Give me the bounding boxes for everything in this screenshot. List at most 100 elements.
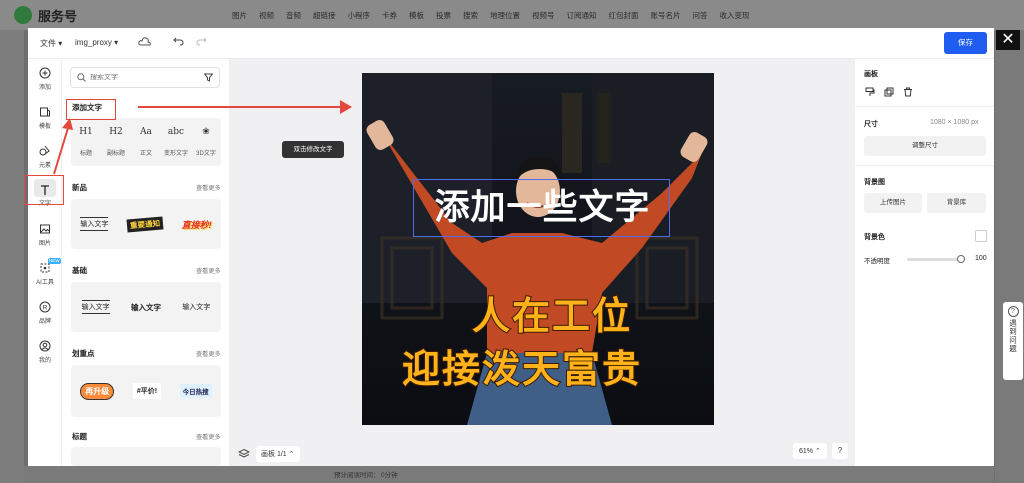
text-style-sample[interactable]: 重要通知: [126, 215, 164, 233]
duplicate-icon[interactable]: [884, 87, 894, 97]
background-nav-item: 小程序: [347, 11, 371, 20]
chevron-up-icon: ⌃: [288, 451, 295, 458]
artboard-title: 画板: [864, 71, 878, 78]
rail-label: 添加: [38, 85, 51, 91]
background-nav-item: 地理位置: [490, 11, 520, 20]
logo-icon: [14, 6, 32, 24]
text-type-glyph: H1: [79, 127, 93, 137]
chevron-down-icon: ▾: [114, 38, 119, 47]
background-sidebar: [0, 30, 24, 483]
artboard[interactable]: 添加一些文字 人在工位 迎接泼天富贵: [362, 73, 714, 425]
page-indicator[interactable]: 画板 1/1 ⌃: [256, 446, 300, 462]
text-type-2[interactable]: Aa 正文: [132, 127, 160, 157]
text-style-sample[interactable]: 输入文字: [182, 302, 210, 312]
text-type-glyph: Aa: [140, 127, 152, 137]
rail-label: 我的: [38, 358, 51, 364]
size-value: 1080 × 1080 px: [930, 119, 979, 126]
canvas-area: 双击修改文字 添加一些文字 人在工位 迎接泼天富贵 画板 1/1 ⌃ 61% ⌃…: [230, 59, 855, 466]
background-nav-item: 图片: [232, 11, 247, 20]
text-style-sample[interactable]: 直接秒!: [182, 218, 212, 231]
text-type-glyph: ❀: [202, 127, 210, 137]
zoom-control[interactable]: 61% ⌃: [793, 443, 827, 459]
opacity-slider-thumb[interactable]: [957, 255, 965, 263]
style-card[interactable]: 输入文字 输入文字 输入文字: [71, 282, 221, 332]
paint-format-icon[interactable]: [865, 87, 875, 97]
text-type-label: 3D文字: [196, 151, 216, 157]
new-badge: NEW: [48, 258, 61, 264]
chevron-up-icon: ⌃: [814, 448, 821, 455]
divider: [855, 165, 994, 166]
layers-icon[interactable]: [238, 448, 250, 460]
redo-icon[interactable]: [196, 36, 207, 48]
headline-text[interactable]: 添加一些文字: [414, 180, 671, 238]
opacity-slider[interactable]: [907, 258, 961, 261]
rail-item-image[interactable]: 图片: [28, 219, 62, 251]
chevron-down-icon: ▾: [58, 39, 63, 48]
rail-item-ai-tools[interactable]: NEW AI工具: [28, 258, 62, 290]
search-box[interactable]: [70, 67, 220, 88]
style-card[interactable]: 再升级 #平价! 今日热搜: [71, 365, 221, 417]
see-more-link[interactable]: 查看更多: [196, 183, 221, 192]
resize-button[interactable]: 调整尺寸: [864, 136, 986, 156]
text-style-sample[interactable]: 今日热搜: [179, 384, 212, 398]
background-header: 服务号 图片 视频 音频 超链接 小程序 卡券 模板 投票 搜索 地理位置 视频号 订阅通知 红包封面 账…: [0, 0, 1024, 30]
brand-icon: R: [39, 301, 51, 313]
text-style-sample[interactable]: 输入文字: [131, 302, 161, 313]
text-style-sample[interactable]: 输入文字: [81, 300, 110, 314]
text-style-sample[interactable]: 再升级: [80, 382, 115, 400]
background-nav-item: 视频号: [532, 11, 555, 20]
text-type-4[interactable]: ❀ 3D文字: [192, 127, 220, 157]
selected-text-frame[interactable]: 添加一些文字: [413, 179, 670, 237]
search-input[interactable]: [90, 74, 190, 81]
rail-label: 品牌: [38, 319, 51, 325]
rail-item-add[interactable]: 添加: [28, 63, 62, 95]
bg-color-swatch[interactable]: [975, 230, 987, 242]
background-nav-item: 账号名片: [650, 11, 681, 20]
rail-item-brand[interactable]: R 品牌: [28, 297, 62, 329]
close-editor-button[interactable]: ✕: [996, 30, 1020, 50]
cloud-sync-icon[interactable]: [138, 36, 151, 49]
background-nav-item: 搜索: [463, 11, 478, 20]
text-type-card: H1 标题 H2 副标题 Aa 正文 abc 变形文字 ❀ 3D文字: [71, 118, 221, 166]
text-style-sample[interactable]: 输入文字: [80, 217, 109, 231]
text-style-sample[interactable]: #平价!: [132, 383, 162, 399]
reading-time-label: 预计阅读时间：: [334, 472, 380, 479]
feedback-button[interactable]: ? 遇到问题: [1003, 302, 1023, 380]
save-button[interactable]: 保存: [944, 32, 987, 54]
text-type-1[interactable]: H2 副标题: [102, 127, 130, 157]
trash-icon[interactable]: [903, 87, 913, 97]
text-type-label: 副标题: [106, 151, 125, 157]
text-type-0[interactable]: H1 标题: [72, 127, 100, 157]
background-nav: 图片 视频 音频 超链接 小程序 卡券 模板 投票 搜索 地理位置 视频号 订阅通知 红包封面 账号名片 问…: [232, 10, 750, 21]
annotation-add-text-box: [66, 99, 116, 120]
background-nav-item: 收入变现: [719, 11, 750, 20]
search-icon: [77, 73, 86, 82]
style-card[interactable]: 输入文字 重要通知 直接秒!: [71, 199, 221, 249]
help-button[interactable]: ?: [832, 443, 848, 459]
bg-color-title: 背景色: [864, 234, 885, 241]
question-icon: ?: [1007, 306, 1019, 317]
user-icon: [39, 340, 51, 352]
document-name[interactable]: img_proxy ▾: [75, 38, 118, 47]
see-more-link[interactable]: 查看更多: [196, 349, 221, 358]
section-title: 划重点: [72, 349, 95, 358]
text-type-glyph: H2: [109, 127, 123, 137]
opacity-label: 不透明度: [864, 258, 890, 265]
see-more-link[interactable]: 查看更多: [196, 266, 221, 275]
caption-line-1[interactable]: 人在工位: [471, 285, 632, 340]
file-menu[interactable]: 文件 ▾: [40, 38, 62, 49]
filter-icon[interactable]: [204, 73, 213, 82]
svg-text:R: R: [43, 305, 48, 312]
see-more-link[interactable]: 查看更多: [196, 432, 221, 441]
feedback-label: 遇到问题: [1008, 319, 1018, 353]
upload-image-button[interactable]: 上传图片: [864, 193, 922, 213]
file-menu-label: 文件: [40, 39, 56, 48]
text-type-3[interactable]: abc 变形文字: [162, 127, 190, 157]
image-icon: [40, 224, 50, 234]
rail-item-mine[interactable]: 我的: [28, 336, 62, 368]
undo-icon[interactable]: [173, 36, 184, 48]
style-card[interactable]: [71, 447, 221, 466]
annotation-up-arrow-icon: [53, 118, 73, 175]
caption-line-2[interactable]: 迎接泼天富贵: [401, 338, 642, 393]
bg-library-button[interactable]: 背景库: [927, 193, 986, 213]
